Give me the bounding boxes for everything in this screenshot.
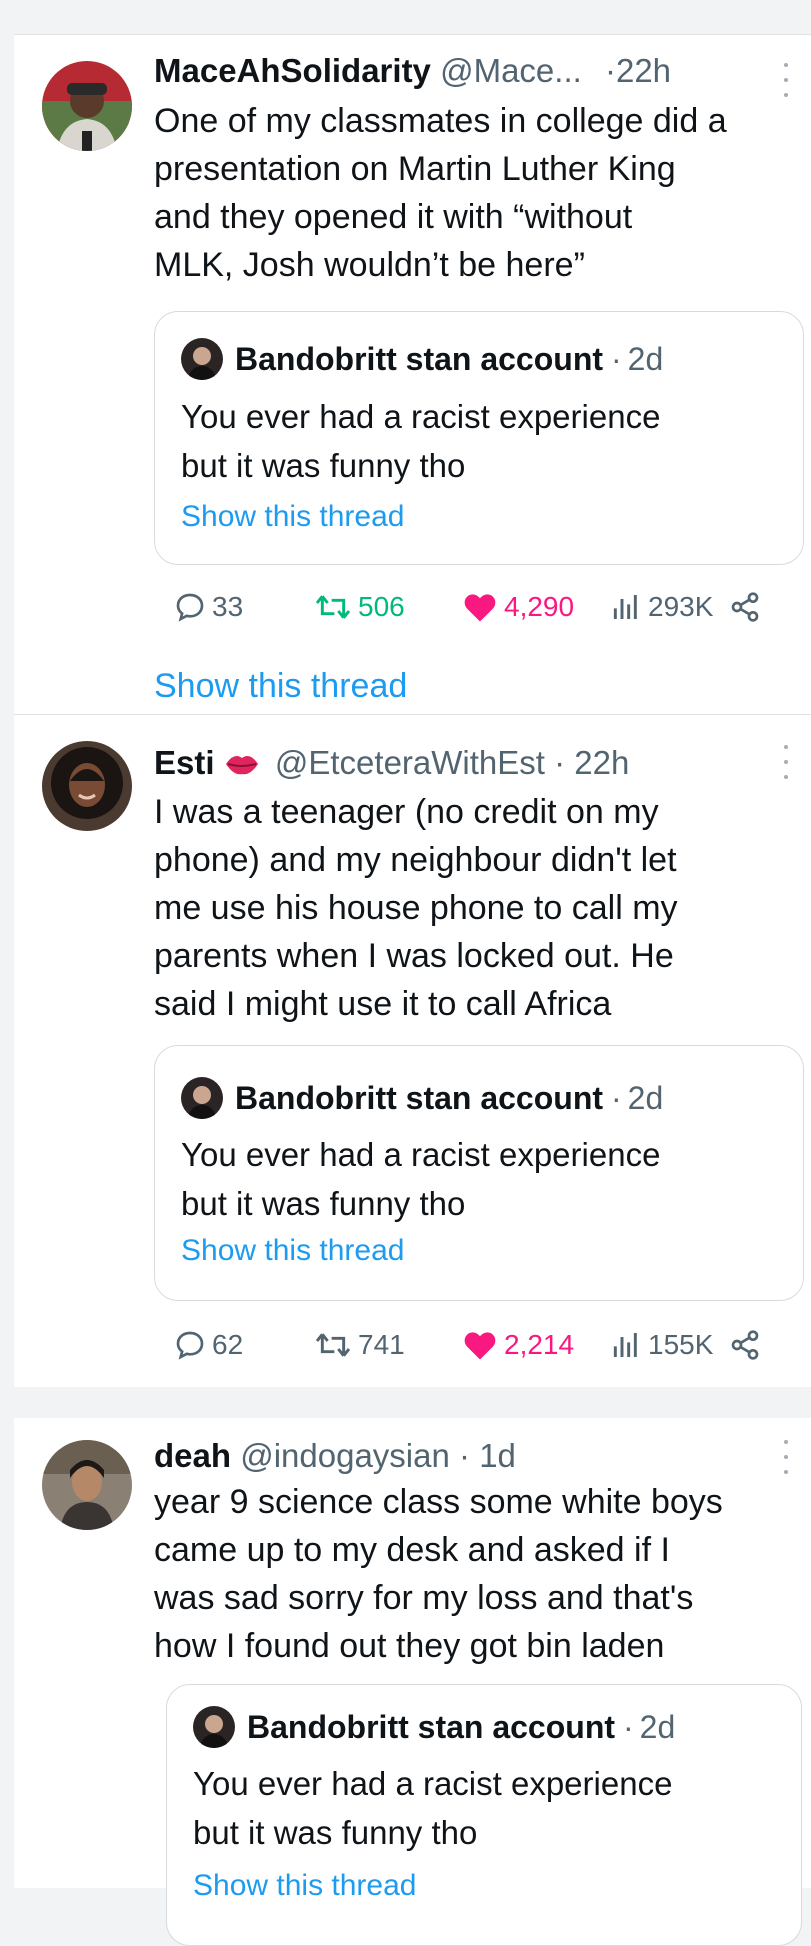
quoted-timestamp: 2d <box>627 1080 664 1116</box>
display-name[interactable]: MaceAhSolidarity <box>154 52 431 89</box>
share-button[interactable] <box>729 1323 761 1367</box>
tweet-header: MaceAhSolidarity @Mace... ·22h <box>154 49 791 93</box>
more-icon[interactable] <box>779 63 793 97</box>
avatar[interactable] <box>42 741 132 831</box>
show-thread-link[interactable]: Show this thread <box>181 500 404 534</box>
separator-dot: · <box>554 744 566 781</box>
quoted-timestamp: 2d <box>627 341 664 377</box>
quoted-tweet-header: Bandobritt stan account · 2d <box>193 1705 675 1749</box>
like-button[interactable]: 2,214 <box>462 1323 574 1367</box>
share-icon <box>731 592 759 622</box>
heart-icon <box>464 594 496 622</box>
separator-dot: · <box>623 1709 634 1745</box>
share-button[interactable] <box>729 585 761 629</box>
retweet-count: 741 <box>358 1329 405 1360</box>
more-icon[interactable] <box>779 1440 793 1474</box>
quoted-tweet[interactable]: Bandobritt stan account · 2d You ever ha… <box>166 1684 802 1946</box>
timestamp[interactable]: 22h <box>616 52 671 89</box>
user-handle[interactable]: @EtceteraWithEst <box>275 744 545 781</box>
tweet[interactable]: MaceAhSolidarity @Mace... ·22h One of my… <box>14 34 811 715</box>
timestamp[interactable]: 1d <box>479 1437 516 1474</box>
quoted-tweet-header: Bandobritt stan account · 2d <box>181 337 663 381</box>
separator-dot: · <box>459 1437 471 1474</box>
separator-dot: · <box>604 52 616 89</box>
more-icon[interactable] <box>779 745 793 779</box>
quoted-avatar <box>181 1077 223 1119</box>
quoted-avatar <box>193 1706 235 1748</box>
quoted-tweet-text: You ever had a racist experience but it … <box>181 1136 661 1222</box>
views-icon <box>613 1333 637 1357</box>
timestamp[interactable]: 22h <box>574 744 629 781</box>
quoted-tweet-text: You ever had a racist experience but it … <box>193 1765 673 1851</box>
separator-dot: · <box>611 341 622 377</box>
views-icon <box>613 595 637 619</box>
user-handle[interactable]: @Mace... <box>440 52 582 89</box>
tweet-text: I was a teenager (no credit on my phone)… <box>154 793 678 1023</box>
reply-count: 62 <box>212 1329 244 1360</box>
reply-button[interactable]: 62 <box>174 1323 243 1367</box>
like-count: 4,290 <box>504 591 575 622</box>
retweet-button[interactable]: 741 <box>314 1323 405 1367</box>
view-count: 155K <box>648 1329 714 1360</box>
quoted-display-name: Bandobritt stan account <box>235 341 604 377</box>
reply-icon <box>176 593 204 622</box>
retweet-icon <box>315 1333 351 1357</box>
views-button[interactable]: 293K <box>610 585 713 629</box>
retweet-button[interactable]: 506 <box>314 585 405 629</box>
quoted-tweet[interactable]: Bandobritt stan account · 2d You ever ha… <box>154 1045 804 1301</box>
quoted-display-name: Bandobritt stan account <box>247 1709 616 1745</box>
tweet-text: year 9 science class some white boys cam… <box>154 1483 723 1665</box>
display-name[interactable]: deah <box>154 1437 231 1474</box>
show-thread-link[interactable]: Show this thread <box>193 1869 416 1903</box>
quoted-tweet-header: Bandobritt stan account · 2d <box>181 1076 663 1120</box>
tweet-text: One of my classmates in college did a pr… <box>154 102 727 284</box>
tweet-header: Esti @EtceteraWithEst · 22h <box>154 741 791 785</box>
user-handle[interactable]: @indogaysian <box>240 1437 450 1474</box>
share-icon <box>731 1330 759 1360</box>
quoted-tweet[interactable]: Bandobritt stan account · 2d You ever ha… <box>154 311 804 565</box>
reply-count: 33 <box>212 591 244 622</box>
like-count: 2,214 <box>504 1329 575 1360</box>
views-button[interactable]: 155K <box>610 1323 713 1367</box>
view-count: 293K <box>648 591 714 622</box>
retweet-count: 506 <box>358 591 405 622</box>
show-thread-link[interactable]: Show this thread <box>181 1234 404 1268</box>
tweet-header: deah @indogaysian · 1d <box>154 1434 791 1478</box>
reply-icon <box>176 1331 204 1360</box>
avatar[interactable] <box>42 61 132 151</box>
tweet[interactable]: Esti @EtceteraWithEst · 22h I was a teen… <box>14 714 811 1387</box>
action-bar: 62 741 2,214 155K <box>154 1323 791 1367</box>
lips-emoji-icon <box>225 756 258 775</box>
tweet[interactable]: deah @indogaysian · 1d year 9 science cl… <box>14 1418 811 1946</box>
quoted-tweet-text: You ever had a racist experience but it … <box>181 398 661 484</box>
quoted-timestamp: 2d <box>639 1709 676 1745</box>
avatar[interactable] <box>42 1440 132 1530</box>
display-name[interactable]: Esti <box>154 744 215 781</box>
action-bar: 33 506 4,290 293K <box>154 585 791 629</box>
quoted-display-name: Bandobritt stan account <box>235 1080 604 1116</box>
heart-icon <box>464 1332 496 1360</box>
separator-dot: · <box>611 1080 622 1116</box>
retweet-icon <box>315 595 351 619</box>
reply-button[interactable]: 33 <box>174 585 243 629</box>
quoted-avatar <box>181 338 223 380</box>
like-button[interactable]: 4,290 <box>462 585 574 629</box>
show-thread-link[interactable]: Show this thread <box>154 667 407 706</box>
